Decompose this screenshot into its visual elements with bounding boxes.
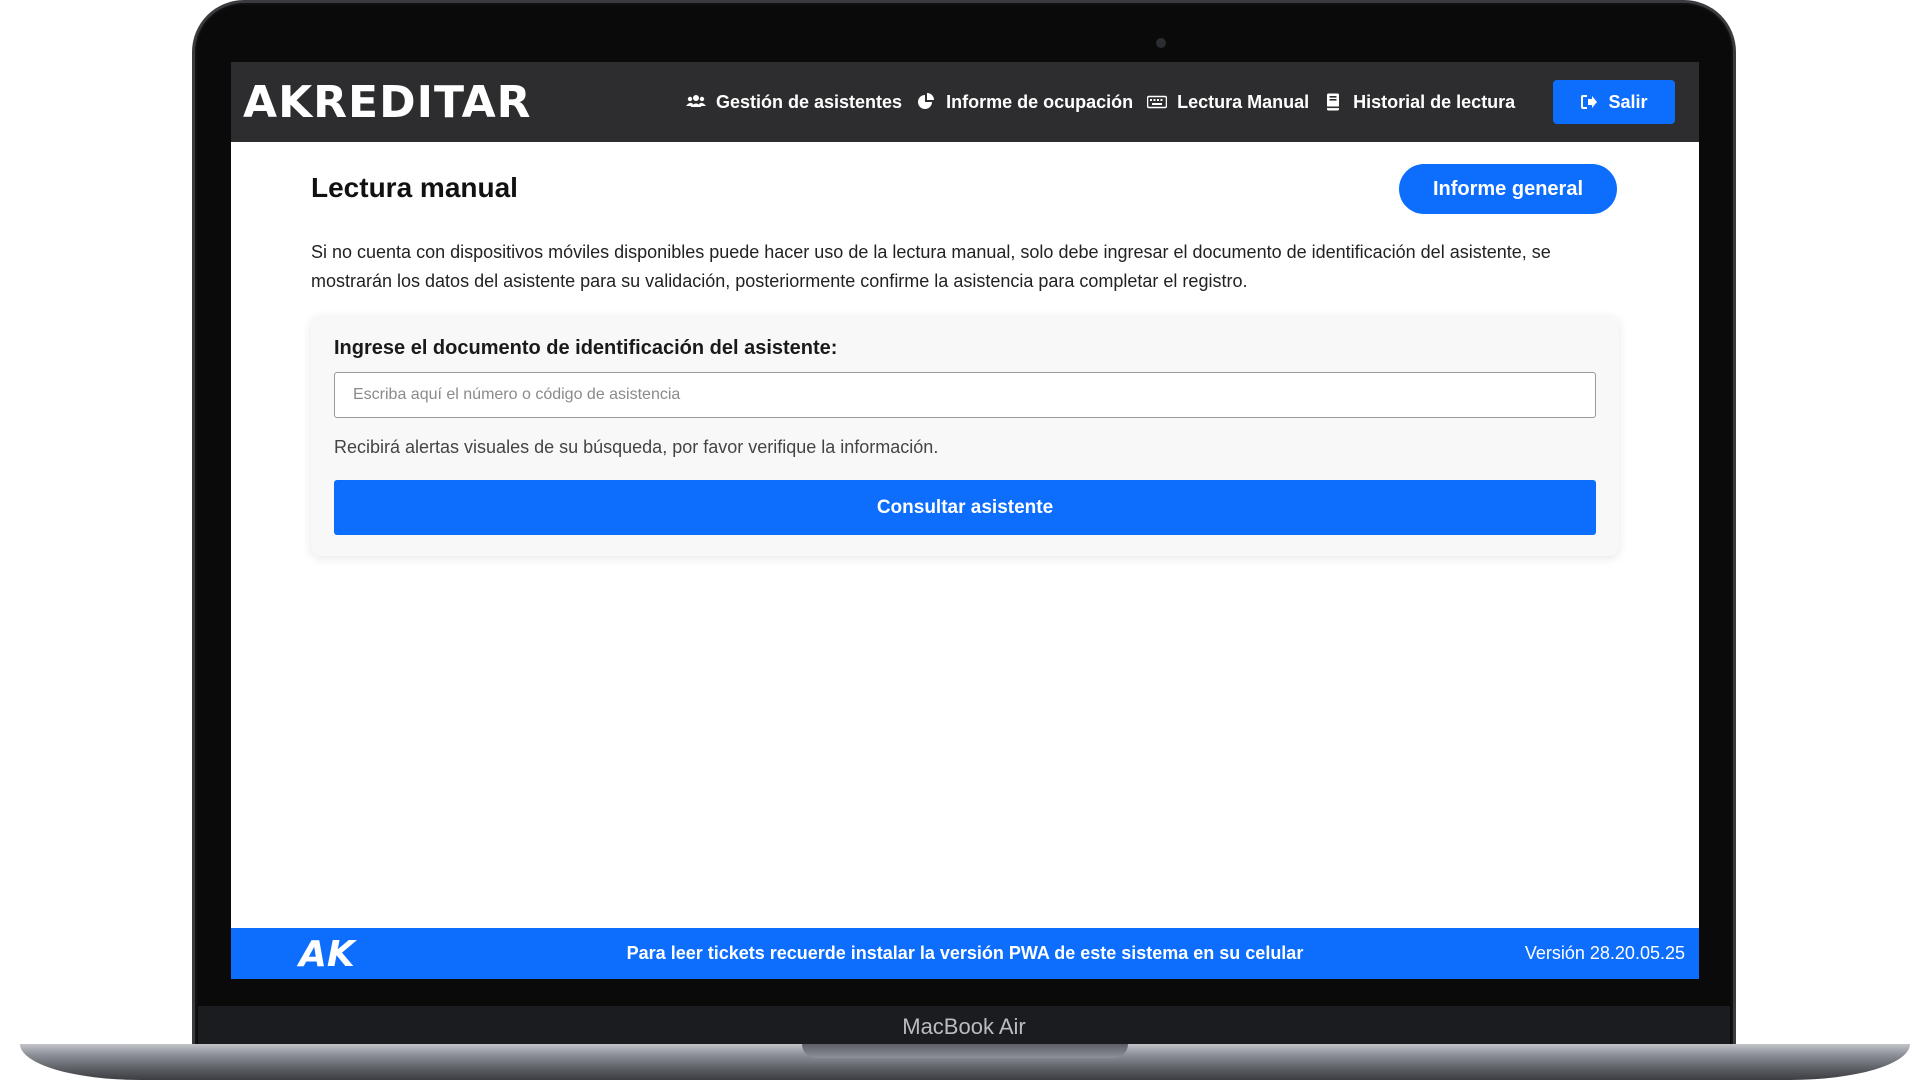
consultar-asistente-button[interactable]: Consultar asistente (334, 480, 1596, 535)
keyboard-icon (1147, 95, 1168, 109)
nav-links: Gestión de asistentes Informe de ocupaci… (686, 62, 1515, 142)
logo-letter-k: K (278, 76, 314, 128)
laptop-notch (802, 1044, 1128, 1058)
camera-dot (1156, 38, 1166, 48)
footer-bar: AK Para leer tickets recuerde instalar l… (231, 928, 1699, 979)
document-field-label: Ingrese el documento de identificación d… (334, 337, 838, 359)
nav-item-informe-ocupacion[interactable]: Informe de ocupación (916, 92, 1133, 113)
app-screen: A K REDITAR Gestión de asistentes Inform… (231, 62, 1699, 979)
nav-label: Informe de ocupación (946, 91, 1134, 112)
app-logo[interactable]: A K REDITAR (243, 74, 532, 130)
nav-label: Gestión de asistentes (716, 91, 903, 112)
logo-letter-a: A (243, 76, 279, 128)
logout-label: Salir (1608, 91, 1648, 112)
search-hint: Recibirá alertas visuales de su búsqueda… (334, 437, 939, 457)
document-input[interactable] (334, 372, 1596, 418)
app-version: Versión 28.20.05.25 (1524, 943, 1685, 963)
manual-reading-card: Ingrese el documento de identificación d… (311, 316, 1619, 556)
informe-general-button[interactable]: Informe general (1399, 164, 1617, 214)
nav-item-gestion-asistentes[interactable]: Gestión de asistentes (686, 92, 902, 113)
sign-out-icon (1581, 95, 1598, 109)
book-icon (1327, 93, 1340, 111)
pie-chart-icon (918, 93, 935, 109)
nav-item-lectura-manual[interactable]: Lectura Manual (1147, 92, 1309, 113)
logo-text-rest: REDITAR (313, 76, 532, 128)
nav-item-historial-lectura[interactable]: Historial de lectura (1323, 92, 1515, 113)
page-title: Lectura manual (311, 172, 518, 203)
nav-label: Historial de lectura (1353, 91, 1516, 112)
logout-button[interactable]: Salir (1553, 80, 1675, 124)
page-description: Si no cuenta con dispositivos móviles di… (311, 242, 1551, 291)
device-model-label: MacBook Air (902, 1014, 1026, 1039)
laptop-chin: MacBook Air (198, 1006, 1730, 1048)
users-icon (686, 95, 706, 107)
footer-message: Para leer tickets recuerde instalar la v… (626, 943, 1304, 963)
nav-label: Lectura Manual (1177, 91, 1310, 112)
top-navbar: A K REDITAR Gestión de asistentes Inform… (231, 62, 1699, 142)
